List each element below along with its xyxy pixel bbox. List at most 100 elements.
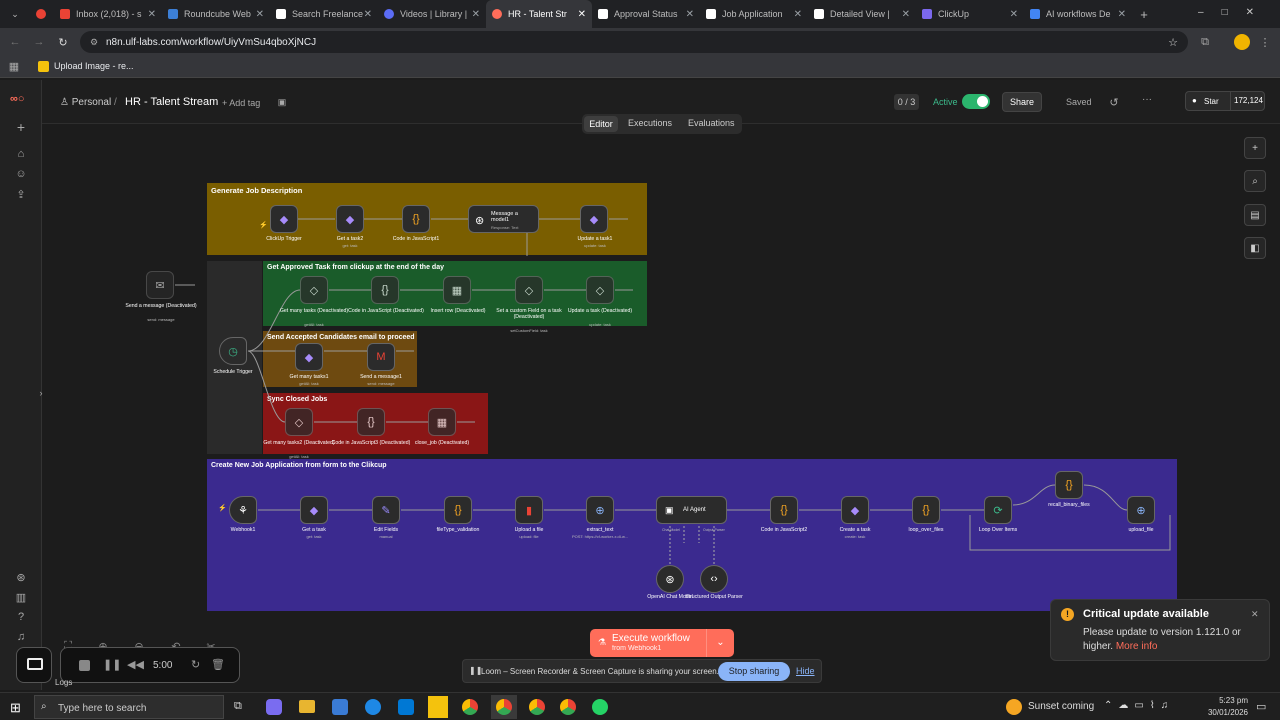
close-icon[interactable]: ✕	[256, 9, 264, 20]
tab-pinned[interactable]	[30, 0, 54, 28]
update-task-node[interactable]: ◇	[586, 276, 614, 304]
stop-icon[interactable]	[79, 660, 90, 671]
menu-icon[interactable]: ⋮	[1258, 35, 1272, 49]
tab-list-button[interactable]: ⌄	[0, 0, 30, 28]
get-task2-node[interactable]: ◆	[336, 205, 364, 233]
tab-approval[interactable]: Approval Status ✕	[592, 0, 700, 28]
close-icon[interactable]: ✕	[686, 9, 694, 20]
send-message-node[interactable]: ✉	[146, 271, 174, 299]
get-many-tasks1-node[interactable]: ◆	[295, 343, 323, 371]
loop-over-items-node[interactable]: ⟳	[984, 496, 1012, 524]
recall-binary-node[interactable]: {}	[1055, 471, 1083, 499]
trash-icon[interactable]: 🗑	[211, 658, 225, 671]
close-icon[interactable]: ✕	[794, 9, 802, 20]
execute-workflow-button[interactable]: ⚗ Execute workflow from Webhook1 ⌄	[590, 629, 734, 657]
stop-sharing-button[interactable]: Stop sharing	[718, 662, 790, 681]
tab-job-app[interactable]: Job Application ✕	[700, 0, 808, 28]
tab-label: ClickUp	[938, 9, 970, 19]
clickup-trigger-node[interactable]: ◆	[270, 205, 298, 233]
sticky-notes-icon[interactable]	[428, 696, 448, 718]
url-field[interactable]: ⚙ n8n.ulf-labs.com/workflow/UiyVmSu4qboX…	[80, 31, 1188, 53]
file-explorer-icon[interactable]	[299, 700, 315, 713]
pause-icon[interactable]: ❚❚	[103, 658, 121, 671]
chrome-icon[interactable]	[496, 699, 512, 715]
tab-detailed[interactable]: Detailed View | ✕	[808, 0, 916, 28]
forward-icon[interactable]: →	[32, 35, 46, 49]
edge-icon[interactable]	[365, 699, 381, 715]
webhook1-node[interactable]: ⚘	[229, 496, 257, 524]
ai-agent-node[interactable]: ▣ AI Agent	[656, 496, 727, 524]
window-controls[interactable]: –□✕	[1198, 7, 1272, 18]
more-info-link[interactable]: More info	[1116, 641, 1158, 652]
openai-model-node[interactable]: ⊛	[656, 565, 684, 593]
get-many-tasks2-node[interactable]: ◇	[285, 408, 313, 436]
upload-file2-node[interactable]: ⊕	[1127, 496, 1155, 524]
code-js-node[interactable]: {}	[371, 276, 399, 304]
tab-hr-talent[interactable]: HR - Talent Str ✕	[486, 0, 592, 28]
chrome-icon[interactable]	[462, 699, 478, 715]
notification-center-icon[interactable]: ▭	[1256, 700, 1266, 713]
chevron-down-icon[interactable]: ⌄	[706, 629, 734, 657]
windows-start-icon[interactable]: ⊞	[10, 700, 21, 716]
site-info-icon[interactable]: ⚙	[88, 36, 100, 48]
weather-text[interactable]: Sunset coming	[1028, 701, 1094, 712]
upload-file-node[interactable]: ▮	[515, 496, 543, 524]
tab-ai-workflows[interactable]: AI workflows De ✕	[1024, 0, 1132, 28]
back-icon[interactable]: ←	[8, 35, 22, 49]
tab-clickup[interactable]: ClickUp ✕	[916, 0, 1024, 28]
code-js1-node[interactable]: {}	[402, 205, 430, 233]
close-icon[interactable]: ✕	[472, 9, 480, 20]
logs-tab[interactable]: Logs	[55, 678, 72, 687]
message-model-node[interactable]: ⊛ Message a model1 Response: Text	[468, 205, 539, 233]
schedule-trigger-node[interactable]: ◷	[219, 337, 247, 365]
structured-parser-node[interactable]: ‹›	[700, 565, 728, 593]
get-task-node[interactable]: ◆	[300, 496, 328, 524]
filetype-validation-node[interactable]: {}	[444, 496, 472, 524]
insert-row-node[interactable]: ▦	[443, 276, 471, 304]
chrome-icon[interactable]	[560, 699, 576, 715]
edit-fields-node[interactable]: ✎	[372, 496, 400, 524]
whatsapp-icon[interactable]	[592, 699, 608, 715]
task-view-icon[interactable]: ⧉	[234, 700, 242, 713]
avatar[interactable]	[1234, 34, 1250, 50]
bookmark-upload-image[interactable]: Upload Image - re...	[54, 61, 134, 71]
close-icon[interactable]: ✕	[578, 9, 586, 20]
update-task1-node[interactable]: ◆	[580, 205, 608, 233]
extensions-icon[interactable]: ⧉	[1198, 35, 1212, 49]
close-icon[interactable]: ✕	[1118, 9, 1126, 20]
outlook-icon[interactable]	[398, 699, 414, 715]
set-custom-field-node[interactable]: ◇	[515, 276, 543, 304]
hide-button[interactable]: Hide	[796, 666, 815, 676]
store-icon[interactable]	[332, 699, 348, 715]
tab-roundcube[interactable]: Roundcube Web ✕	[162, 0, 270, 28]
reload-icon[interactable]: ↻	[56, 35, 70, 49]
send-message1-node[interactable]: M	[367, 343, 395, 371]
restart-icon[interactable]: ↻	[191, 658, 200, 671]
bookmark-star-icon[interactable]: ☆	[1166, 35, 1180, 49]
create-task-node[interactable]: ◆	[841, 496, 869, 524]
close-icon[interactable]: ✕	[1010, 9, 1018, 20]
system-tray-icons[interactable]: ⌃☁▭⌇♫	[1104, 700, 1174, 711]
apps-icon[interactable]: ▦	[8, 60, 20, 73]
close-job-node[interactable]: ▦	[428, 408, 456, 436]
recorder-camera-button[interactable]	[16, 647, 52, 683]
code-js3-node[interactable]: {}	[357, 408, 385, 436]
code-js2-node[interactable]: {}	[770, 496, 798, 524]
close-icon[interactable]: ✕	[1251, 609, 1259, 620]
extract-text-node[interactable]: ⊕	[586, 496, 614, 524]
node-label: Code in JavaScript (Deactivated)	[348, 308, 424, 314]
tab-videos[interactable]: Videos | Library | ✕	[378, 0, 486, 28]
loop-over-files-node[interactable]: {}	[912, 496, 940, 524]
copilot-icon[interactable]	[266, 699, 282, 715]
close-icon[interactable]: ✕	[364, 9, 372, 20]
close-icon[interactable]: ✕	[902, 9, 910, 20]
tab-inbox[interactable]: Inbox (2,018) - s ✕	[54, 0, 162, 28]
new-tab-button[interactable]: +	[1132, 0, 1156, 28]
taskbar-search[interactable]: ⌕ Type here to search	[34, 695, 224, 719]
tab-freelance[interactable]: Search Freelance ✕	[270, 0, 378, 28]
close-icon[interactable]: ✕	[148, 9, 156, 20]
get-many-tasks-node[interactable]: ◇	[300, 276, 328, 304]
code-icon: {}	[454, 504, 462, 516]
chrome-icon[interactable]	[529, 699, 545, 715]
rewind-icon[interactable]: ◀◀	[127, 658, 144, 671]
